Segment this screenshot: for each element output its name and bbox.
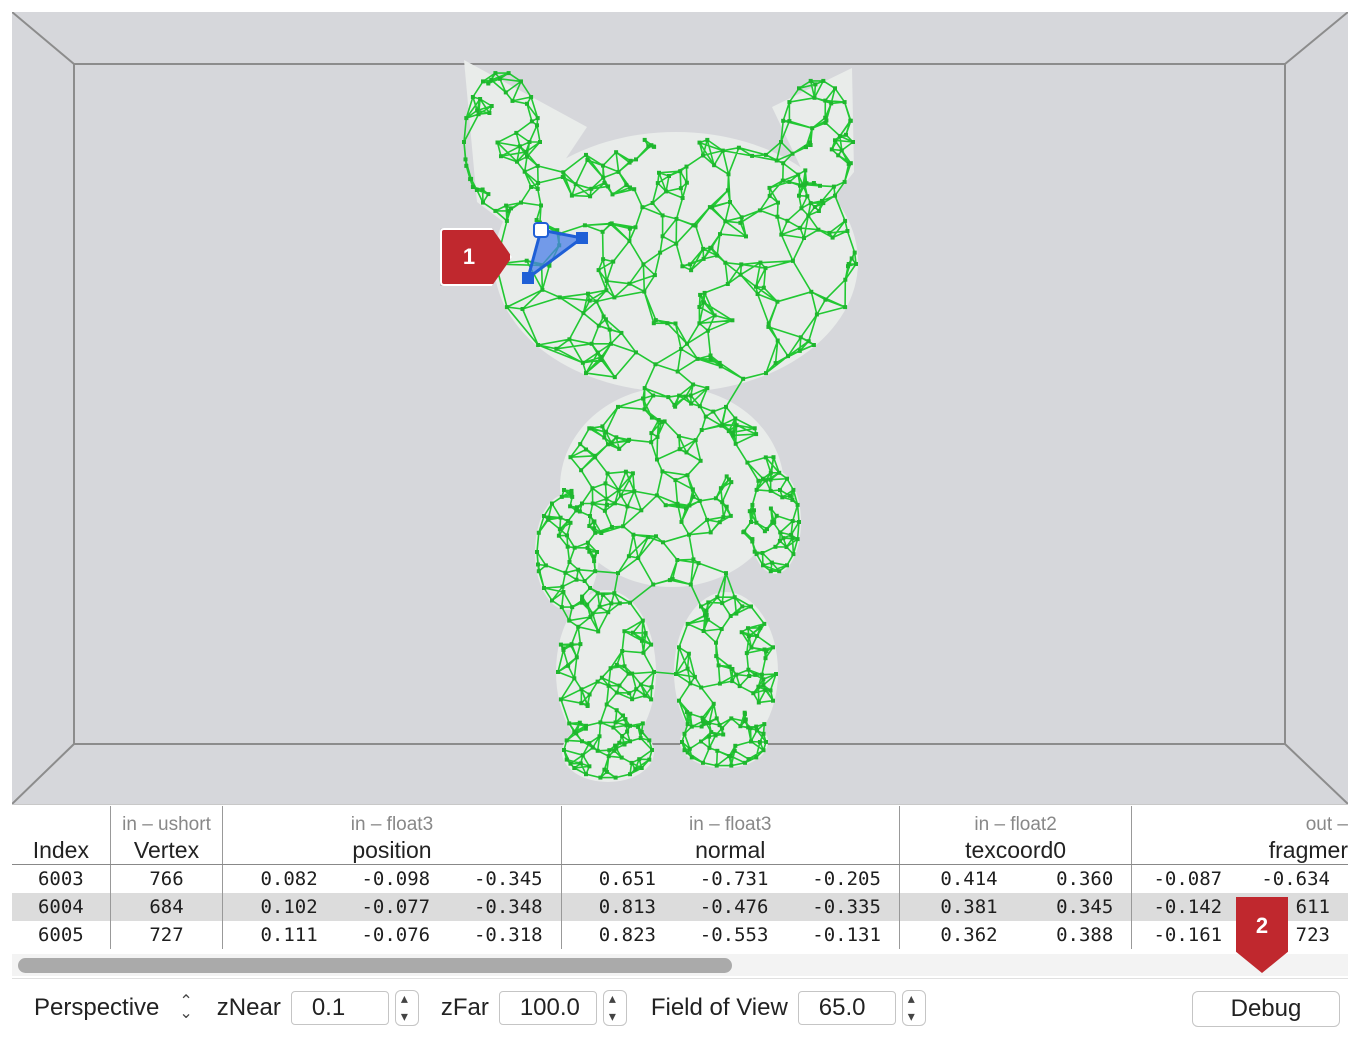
znear-stepper[interactable] xyxy=(394,990,419,1026)
projection-value: Perspective xyxy=(34,994,160,1021)
cell-vertex: 684 xyxy=(109,893,223,921)
cell-position: -0.077 xyxy=(335,893,449,921)
cell-normal: -0.131 xyxy=(812,924,881,946)
cell-fragment: -0.634 xyxy=(1261,868,1330,890)
geometry-viewport[interactable] xyxy=(12,12,1348,805)
cell-normal: -0.205 xyxy=(812,868,881,890)
column-header-fragment-out[interactable]: out – fragmer xyxy=(1131,806,1348,865)
cell-position: 0.102 xyxy=(222,893,336,921)
znear-label: zNear xyxy=(216,994,281,1021)
table-row[interactable]: 6003 766 0.082 -0.098 -0.345 0.651 -0.731 -0.20… xyxy=(12,864,1348,893)
cell-normal: -0.476 xyxy=(673,893,787,921)
cell-texcoord: 0.381 xyxy=(898,893,1016,921)
zfar-label: zFar xyxy=(440,994,489,1021)
cell-fragment: -0.161 xyxy=(1131,921,1241,949)
cell-vertex: 766 xyxy=(109,864,223,893)
cell-normal: -0.335 xyxy=(786,893,900,921)
debug-button[interactable]: Debug xyxy=(1192,991,1340,1027)
table-header-row: Index in – ushort Vertex in – float3 posit… xyxy=(12,806,1348,865)
up-down-chevron-icon: ⌃ ⌄ xyxy=(179,993,193,1022)
cell-normal: 0.823 xyxy=(560,921,674,949)
cell-normal: 0.651 xyxy=(560,864,674,893)
fov-label: Field of View xyxy=(650,994,788,1021)
cell-texcoord: 0.345 xyxy=(1015,893,1132,921)
fov-stepper[interactable] xyxy=(901,990,926,1026)
cell-position: 0.082 xyxy=(222,864,336,893)
cell-position: 0.111 xyxy=(222,921,336,949)
zfar-field[interactable] xyxy=(498,991,597,1025)
cell-index: 6003 xyxy=(37,868,84,890)
cell-index: 6004 xyxy=(12,893,111,921)
cell-texcoord: 0.388 xyxy=(1056,924,1114,946)
cell-normal: -0.731 xyxy=(699,868,769,890)
projection-select[interactable]: Perspective ⌃ ⌄ xyxy=(34,994,193,1022)
column-header-position[interactable]: in – float3 position xyxy=(222,806,562,865)
cell-texcoord: 0.414 xyxy=(898,864,1016,893)
cell-normal: -0.553 xyxy=(699,924,769,946)
cell-texcoord: 0.360 xyxy=(1056,868,1114,890)
horizontal-scrollbar-thumb[interactable] xyxy=(18,958,732,973)
table-row[interactable]: 6004 684 0.102 -0.077 -0.348 0.813 -0.476 -0.33… xyxy=(12,893,1348,921)
cell-normal: 0.813 xyxy=(560,893,674,921)
cell-index: 6005 xyxy=(37,924,84,946)
vertex-data-table[interactable]: Index in – ushort Vertex in – float3 posit… xyxy=(12,806,1348,978)
cell-position: -0.348 xyxy=(448,893,562,921)
cell-fragment: -0.087 xyxy=(1131,864,1241,893)
column-header-texcoord0[interactable]: in – float2 texcoord0 xyxy=(898,806,1132,865)
column-header-normal[interactable]: in – float3 normal xyxy=(560,806,900,865)
cell-vertex: 727 xyxy=(109,921,223,949)
column-header-vertex[interactable]: in – ushort Vertex xyxy=(109,806,223,865)
zfar-stepper[interactable] xyxy=(602,990,627,1026)
cell-fragment: -0.142 xyxy=(1131,893,1241,921)
fov-field[interactable] xyxy=(797,991,896,1025)
camera-controls-bar: Perspective ⌃⌄ zNear zFar Field of View … xyxy=(12,978,1348,1037)
znear-field[interactable] xyxy=(290,991,389,1025)
cell-position: -0.098 xyxy=(361,868,431,890)
cat-wireframe-mesh xyxy=(462,60,858,782)
table-row[interactable]: 6005 727 0.111 -0.076 -0.318 0.823 -0.553 -0.13… xyxy=(12,921,1348,949)
column-header-index[interactable]: Index xyxy=(12,806,111,865)
cell-position: -0.345 xyxy=(473,868,543,890)
cell-position: -0.318 xyxy=(473,924,543,946)
cell-position: -0.076 xyxy=(361,924,431,946)
cell-texcoord: 0.362 xyxy=(898,921,1016,949)
